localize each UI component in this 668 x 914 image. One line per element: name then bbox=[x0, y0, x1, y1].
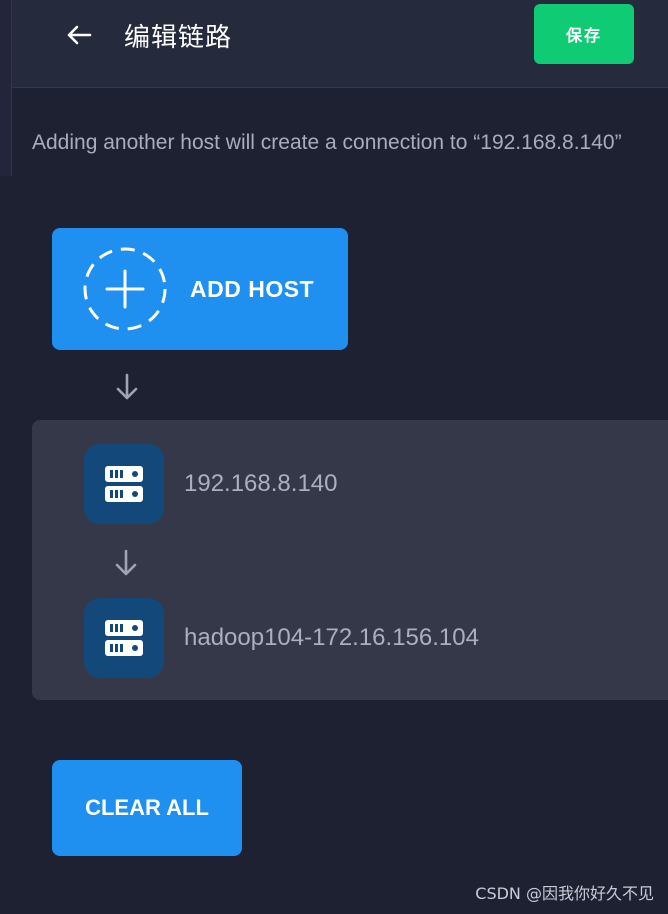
arrow-down-icon bbox=[112, 548, 140, 578]
host-label: 192.168.8.140 bbox=[184, 470, 338, 497]
header-bar: 编辑链路 保存 bbox=[12, 0, 668, 88]
save-button[interactable]: 保存 bbox=[534, 4, 634, 64]
dashed-plus-circle-icon bbox=[83, 247, 167, 331]
host-chain-panel: 192.168.8.140 hadoop104-172.16.156.104 bbox=[32, 420, 668, 700]
server-icon bbox=[84, 598, 164, 678]
edit-chain-page: 编辑链路 保存 Adding another host will create … bbox=[0, 0, 668, 914]
connection-description: Adding another host will create a connec… bbox=[32, 131, 622, 154]
page-title: 编辑链路 bbox=[124, 22, 233, 53]
add-host-label: ADD HOST bbox=[190, 275, 315, 302]
side-panel-edge bbox=[0, 0, 12, 176]
add-host-button[interactable]: ADD HOST bbox=[52, 228, 348, 350]
clear-all-button[interactable]: CLEAR ALL bbox=[52, 760, 242, 856]
arrow-left-icon bbox=[67, 25, 92, 45]
host-item[interactable]: hadoop104-172.16.156.104 bbox=[84, 598, 479, 678]
back-button[interactable] bbox=[62, 18, 96, 52]
arrow-down-icon bbox=[113, 372, 141, 402]
host-item[interactable]: 192.168.8.140 bbox=[84, 444, 337, 524]
host-label: hadoop104-172.16.156.104 bbox=[184, 624, 479, 651]
watermark: CSDN @因我你好久不见 bbox=[475, 884, 654, 903]
server-icon bbox=[84, 444, 164, 524]
